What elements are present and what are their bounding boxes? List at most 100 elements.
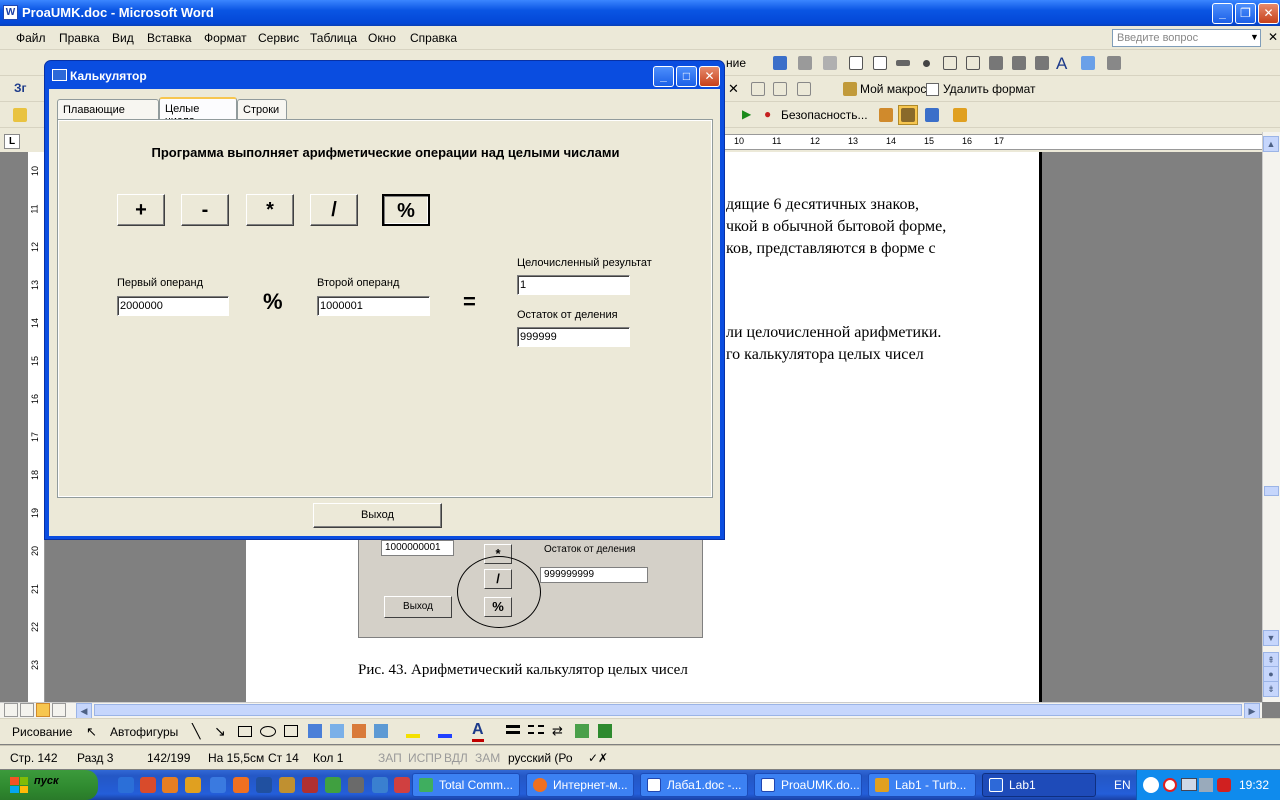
clipart-icon[interactable] bbox=[352, 724, 366, 738]
quicklaunch-icon-13[interactable] bbox=[394, 777, 410, 793]
draw-pen-icon[interactable] bbox=[770, 53, 790, 73]
task-laba1-doc[interactable]: Лаба1.doc -... bbox=[640, 773, 748, 797]
textfield-icon[interactable] bbox=[870, 53, 890, 73]
scroll-down-icon[interactable]: ▼ bbox=[1263, 630, 1279, 646]
spelling-status-icon[interactable]: ✓✗ bbox=[588, 751, 608, 765]
fill-color-icon[interactable] bbox=[406, 724, 420, 738]
dash-style-icon[interactable] bbox=[528, 725, 544, 734]
menu-window[interactable]: Окно bbox=[368, 31, 396, 45]
style-icon[interactable]: Зг bbox=[14, 81, 27, 95]
diagram-icon[interactable] bbox=[330, 724, 344, 738]
status-ovr[interactable]: ЗАМ bbox=[475, 751, 500, 765]
quicklaunch-icon-7[interactable] bbox=[256, 777, 272, 793]
menu-tools[interactable]: Сервис bbox=[258, 31, 299, 45]
outline-view-icon[interactable] bbox=[52, 703, 66, 717]
vertical-scrollbar[interactable]: ▲ ▼ ⇞ ● ⇟ bbox=[1262, 132, 1280, 702]
delete-format-button[interactable]: Удалить формат bbox=[943, 82, 1036, 96]
arrow-style-icon[interactable]: ⇄ bbox=[552, 723, 563, 739]
checkbox-icon[interactable] bbox=[846, 53, 866, 73]
scroll-left-icon[interactable]: ◀ bbox=[76, 703, 92, 719]
restore-button[interactable]: ❐ bbox=[1235, 3, 1256, 24]
task-lab1[interactable]: Lab1 bbox=[982, 773, 1096, 797]
font-color-icon[interactable]: A bbox=[472, 721, 484, 742]
tray-network-icon[interactable] bbox=[1181, 778, 1197, 791]
my-macro-button[interactable]: Мой макрос bbox=[860, 82, 926, 96]
record-icon[interactable]: ● bbox=[764, 107, 771, 121]
ie-quicklaunch-icon[interactable] bbox=[118, 777, 134, 793]
quicklaunch-icon-8[interactable] bbox=[279, 777, 295, 793]
task-internet[interactable]: Интернет-м... bbox=[526, 773, 634, 797]
tray-opera-icon[interactable] bbox=[1163, 778, 1177, 792]
quicklaunch-icon-4[interactable] bbox=[185, 777, 201, 793]
rectangle-icon[interactable] bbox=[238, 726, 252, 737]
script-icon[interactable] bbox=[950, 105, 970, 125]
scroll-up-icon[interactable]: ▲ bbox=[1263, 136, 1279, 152]
image-icon[interactable] bbox=[963, 53, 983, 73]
design-mode-icon[interactable] bbox=[898, 105, 918, 125]
normal-view-icon[interactable] bbox=[4, 703, 18, 717]
oval-icon[interactable] bbox=[260, 726, 276, 737]
quicklaunch-icon-11[interactable] bbox=[348, 777, 364, 793]
image-control-icon[interactable] bbox=[1078, 53, 1098, 73]
scroll-thumb[interactable] bbox=[1264, 486, 1279, 496]
select-pointer-icon[interactable]: ↖ bbox=[86, 724, 97, 740]
dialog-close-button[interactable]: ✕ bbox=[699, 66, 720, 87]
dialog-minimize-button[interactable]: _ bbox=[653, 66, 674, 87]
task-lab1-turbo[interactable]: Lab1 - Turb... bbox=[868, 773, 976, 797]
security-button[interactable]: Безопасность... bbox=[781, 108, 868, 122]
browse-object-icon[interactable]: ● bbox=[1263, 666, 1279, 682]
quicklaunch-icon-9[interactable] bbox=[302, 777, 318, 793]
toolbar-grid-icon-2[interactable] bbox=[770, 79, 790, 99]
horizontal-ruler[interactable]: 10 11 12 13 14 15 16 17 bbox=[724, 134, 1264, 150]
shadow-icon[interactable] bbox=[575, 724, 589, 738]
menu-view[interactable]: Вид bbox=[112, 31, 134, 45]
tab-integer-numbers[interactable]: Целые числа bbox=[159, 97, 237, 127]
firefox-quicklaunch-icon[interactable] bbox=[233, 777, 249, 793]
wordart-icon[interactable] bbox=[308, 724, 322, 738]
line-style-icon[interactable] bbox=[506, 725, 520, 734]
integer-result-field[interactable]: 1 bbox=[517, 275, 630, 295]
quicklaunch-icon-5[interactable] bbox=[210, 777, 226, 793]
checkbox-icon[interactable] bbox=[926, 83, 939, 96]
toolbar-grid-icon-1[interactable] bbox=[748, 79, 768, 99]
scroll-icon[interactable] bbox=[986, 53, 1006, 73]
tray-expand-icon[interactable] bbox=[1143, 777, 1159, 793]
shading-icon[interactable] bbox=[820, 53, 840, 73]
subtract-button[interactable]: - bbox=[181, 194, 229, 226]
menu-edit[interactable]: Правка bbox=[59, 31, 100, 45]
ask-dropdown-icon[interactable]: ▼ bbox=[1250, 32, 1259, 42]
dialog-maximize-button[interactable]: □ bbox=[676, 66, 697, 87]
first-operand-field[interactable]: 2000000 bbox=[117, 296, 229, 316]
quicklaunch-icon-12[interactable] bbox=[372, 777, 388, 793]
menu-file[interactable]: Файл bbox=[16, 31, 46, 45]
minimize-button[interactable]: _ bbox=[1212, 3, 1233, 24]
clock[interactable]: 19:32 bbox=[1239, 778, 1269, 792]
3d-icon[interactable] bbox=[598, 724, 612, 738]
web-view-icon[interactable] bbox=[20, 703, 34, 717]
menu-format[interactable]: Формат bbox=[204, 31, 247, 45]
tools-icon[interactable] bbox=[1104, 53, 1124, 73]
listbox-icon[interactable] bbox=[893, 53, 913, 73]
run-icon[interactable]: ▶ bbox=[742, 107, 751, 121]
textbox-icon[interactable] bbox=[284, 725, 298, 737]
line-color-icon[interactable] bbox=[438, 724, 452, 738]
menu-help[interactable]: Справка bbox=[410, 31, 457, 45]
tray-volume-icon[interactable] bbox=[1199, 778, 1213, 792]
forms-icon[interactable] bbox=[795, 53, 815, 73]
divide-button[interactable]: / bbox=[310, 194, 358, 226]
modulo-button[interactable]: % bbox=[382, 194, 430, 226]
print-view-icon[interactable] bbox=[36, 703, 50, 717]
quicklaunch-icon-3[interactable] bbox=[162, 777, 178, 793]
label-icon[interactable] bbox=[1032, 53, 1052, 73]
status-trk[interactable]: ИСПР bbox=[408, 751, 442, 765]
tab-strings[interactable]: Строки bbox=[237, 99, 287, 120]
start-button[interactable]: пуск bbox=[0, 770, 98, 800]
tab-floating-numbers[interactable]: Плавающие числа bbox=[57, 99, 159, 128]
task-total-commander[interactable]: Total Comm... bbox=[412, 773, 520, 797]
frame-icon[interactable] bbox=[940, 53, 960, 73]
arrow-icon[interactable]: ↘ bbox=[214, 723, 226, 740]
next-page-icon[interactable]: ⇟ bbox=[1263, 681, 1279, 697]
language-indicator[interactable]: EN bbox=[1114, 778, 1131, 792]
tray-antivirus-icon[interactable] bbox=[1217, 778, 1231, 792]
scroll-right-icon[interactable]: ▶ bbox=[1244, 703, 1260, 719]
